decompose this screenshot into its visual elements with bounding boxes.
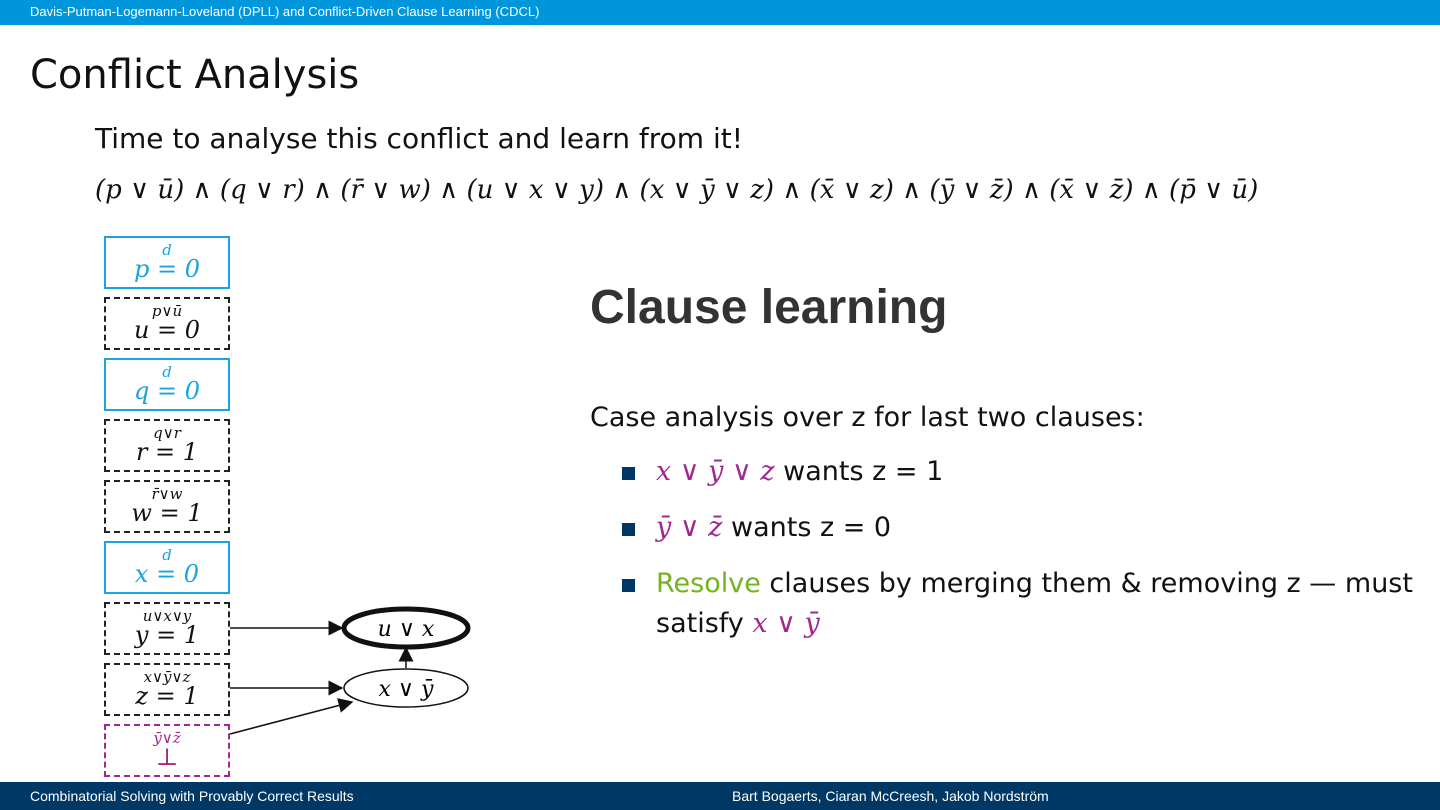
footer-bar: Combinatorial Solving with Provably Corr… [0,782,1440,810]
bullet-text: wants z = 0 [722,512,892,543]
edge-conflict-to-intermediate [229,698,354,735]
resolve-highlight: Resolve [656,568,761,599]
footer-course-title: Combinatorial Solving with Provably Corr… [30,788,354,804]
bullet-clause: x ∨ ȳ ∨ z [656,456,775,487]
bullet-square-icon [622,523,635,536]
bullet-item: x ∨ ȳ ∨ z wants z = 1 [622,452,1422,492]
learned-clause-label: u ∨ x [378,617,435,642]
bullet-clause: x ∨ ȳ [752,608,820,639]
bullet-square-icon [622,467,635,480]
section-heading: Clause learning [590,281,948,334]
bullet-item: ȳ ∨ z̄ wants z = 0 [622,508,1422,548]
bullet-clause: ȳ ∨ z̄ [656,512,723,543]
bullet-square-icon [622,579,635,592]
intermediate-clause-label: x ∨ ȳ [379,677,434,702]
bullet-item: Resolve clauses by merging them & removi… [622,564,1422,644]
bullet-list: x ∨ ȳ ∨ z wants z = 1 ȳ ∨ z̄ wants z = 0… [622,452,1422,660]
footer-authors: Bart Bogaerts, Ciaran McCreesh, Jakob No… [732,788,1049,804]
bullet-text: wants z = 1 [774,456,944,487]
case-analysis-text: Case analysis over z for last two clause… [590,402,1145,433]
